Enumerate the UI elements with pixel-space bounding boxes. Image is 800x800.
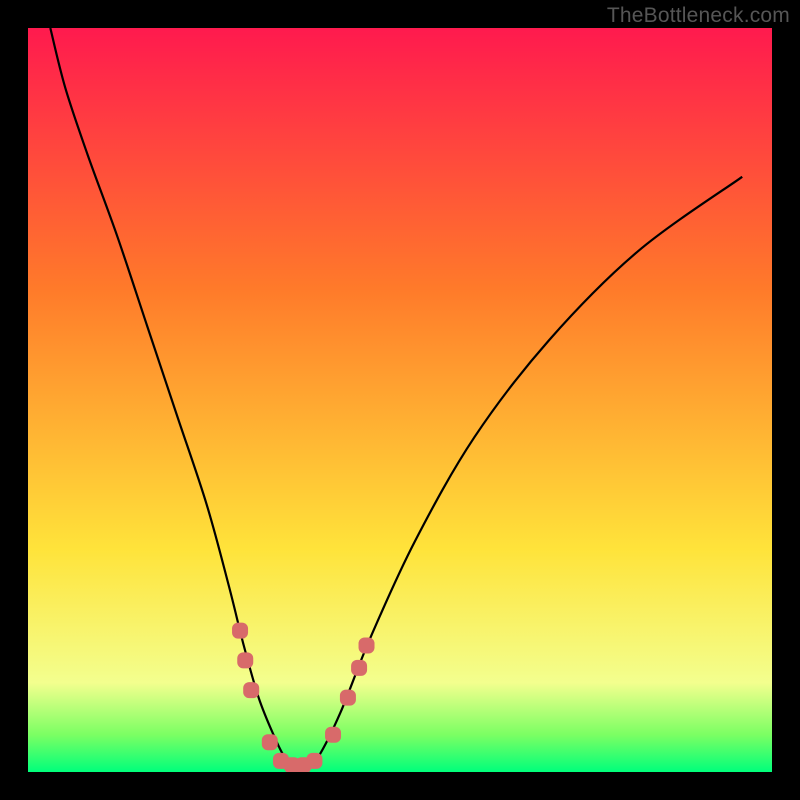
curve-marker: [237, 652, 253, 668]
watermark-text: TheBottleneck.com: [607, 4, 790, 28]
curve-marker: [359, 638, 375, 654]
curve-marker: [340, 690, 356, 706]
curve-marker: [243, 682, 259, 698]
curve-marker: [351, 660, 367, 676]
curve-marker: [262, 734, 278, 750]
curve-marker: [232, 623, 248, 639]
outer-frame: TheBottleneck.com: [0, 0, 800, 800]
curve-marker: [306, 753, 322, 769]
chart-svg: [28, 28, 772, 772]
curve-marker: [325, 727, 341, 743]
gradient-background: [28, 28, 772, 772]
plot-area: [28, 28, 772, 772]
